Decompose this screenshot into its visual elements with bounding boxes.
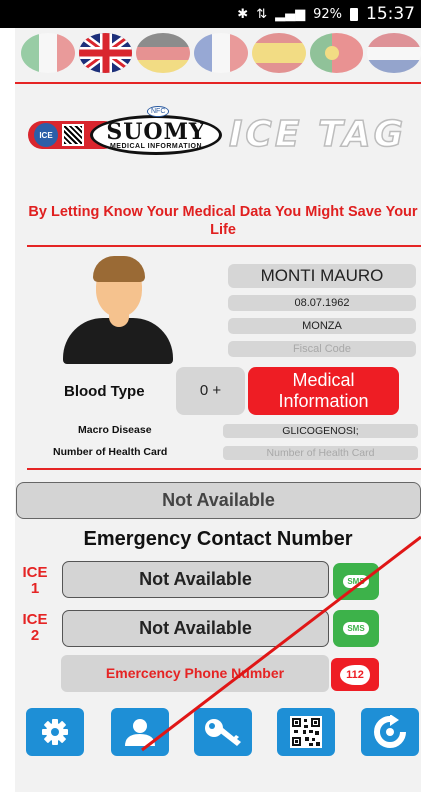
italian-flag-icon[interactable] <box>21 33 75 73</box>
logo-header: ICE NFC SUOMY MEDICAL INFORMATION ICE TA… <box>15 98 421 218</box>
avatar <box>63 256 173 364</box>
ice1-label: ICE 1 <box>22 564 48 597</box>
not-available-field[interactable]: Not Available <box>16 482 421 519</box>
brand-subtitle: MEDICAL INFORMATION <box>109 142 203 150</box>
settings-button[interactable] <box>26 708 84 756</box>
uk-flag-icon[interactable] <box>78 33 133 73</box>
clock: 15:37 <box>366 4 415 24</box>
blood-type-value: 0 + <box>176 367 245 415</box>
qr-code-button[interactable] <box>277 708 335 756</box>
ice2-sms-button[interactable]: SMS <box>333 610 379 647</box>
dutch-flag-icon[interactable] <box>367 33 421 73</box>
profile-button[interactable] <box>111 708 169 756</box>
product-name: ICE TAG <box>228 113 407 156</box>
signal-bars-icon: ▂▄▆ <box>275 6 306 22</box>
emergency-phone-number-field[interactable]: Emercency Phone Number <box>61 655 329 692</box>
sms-icon: SMS <box>343 622 369 635</box>
suomy-logo: NFC SUOMY MEDICAL INFORMATION <box>90 106 222 155</box>
phone-112-icon: 112 <box>340 664 370 685</box>
bottom-nav <box>15 708 421 758</box>
ice2-label: ICE 2 <box>22 611 48 644</box>
french-flag-icon[interactable] <box>194 33 248 73</box>
health-card-label: Number of Health Card <box>53 446 168 458</box>
bluetooth-icon: ✱ <box>237 6 249 22</box>
password-button[interactable] <box>194 708 252 756</box>
qr-code-icon <box>62 124 84 146</box>
macro-disease-label: Macro Disease <box>78 424 152 436</box>
medical-information-button[interactable]: Medical Information <box>248 367 399 415</box>
macro-disease-value: GLICOGENOSI; <box>223 424 418 438</box>
profile-icon <box>125 719 155 746</box>
german-flag-icon[interactable] <box>136 33 191 73</box>
battery-icon <box>350 7 358 21</box>
brand-name: SUOMY <box>106 118 206 145</box>
emergency-contact-title: Emergency Contact Number <box>83 528 353 550</box>
divider <box>27 468 421 470</box>
nfc-icon: NFC <box>147 106 170 117</box>
status-bar: ✱ ⇅ ▂▄▆ 92% 15:37 <box>0 0 421 28</box>
battery-percent: 92% <box>313 6 342 22</box>
birth-city: MONZA <box>228 318 416 334</box>
patient-name: MONTI MAURO <box>228 264 416 288</box>
blood-type-label: Blood Type <box>64 383 145 400</box>
ice1-contact-field[interactable]: Not Available <box>62 561 329 598</box>
refresh-icon <box>374 715 406 748</box>
divider <box>27 245 421 247</box>
spanish-flag-icon[interactable] <box>251 33 306 73</box>
refresh-button[interactable] <box>361 708 419 756</box>
key-icon <box>205 719 241 746</box>
portuguese-flag-icon[interactable] <box>309 33 364 73</box>
divider <box>15 82 421 84</box>
slogan: By Letting Know Your Medical Data You Mi… <box>28 204 418 238</box>
qr-code-icon <box>290 716 322 748</box>
language-selector <box>15 28 421 78</box>
sms-icon: SMS <box>343 575 369 588</box>
call-112-button[interactable]: 112 <box>331 658 379 691</box>
fiscal-code-field: Fiscal Code <box>228 341 416 357</box>
settings-icon <box>42 719 68 745</box>
birth-date: 08.07.1962 <box>228 295 416 311</box>
data-signal-icon: ⇅ <box>256 6 268 22</box>
ice2-contact-field[interactable]: Not Available <box>62 610 329 647</box>
star-of-life-icon: ICE <box>34 123 58 147</box>
ice1-sms-button[interactable]: SMS <box>333 563 379 600</box>
app-screen: ICE NFC SUOMY MEDICAL INFORMATION ICE TA… <box>15 28 421 792</box>
health-card-field: Number of Health Card <box>223 446 418 460</box>
